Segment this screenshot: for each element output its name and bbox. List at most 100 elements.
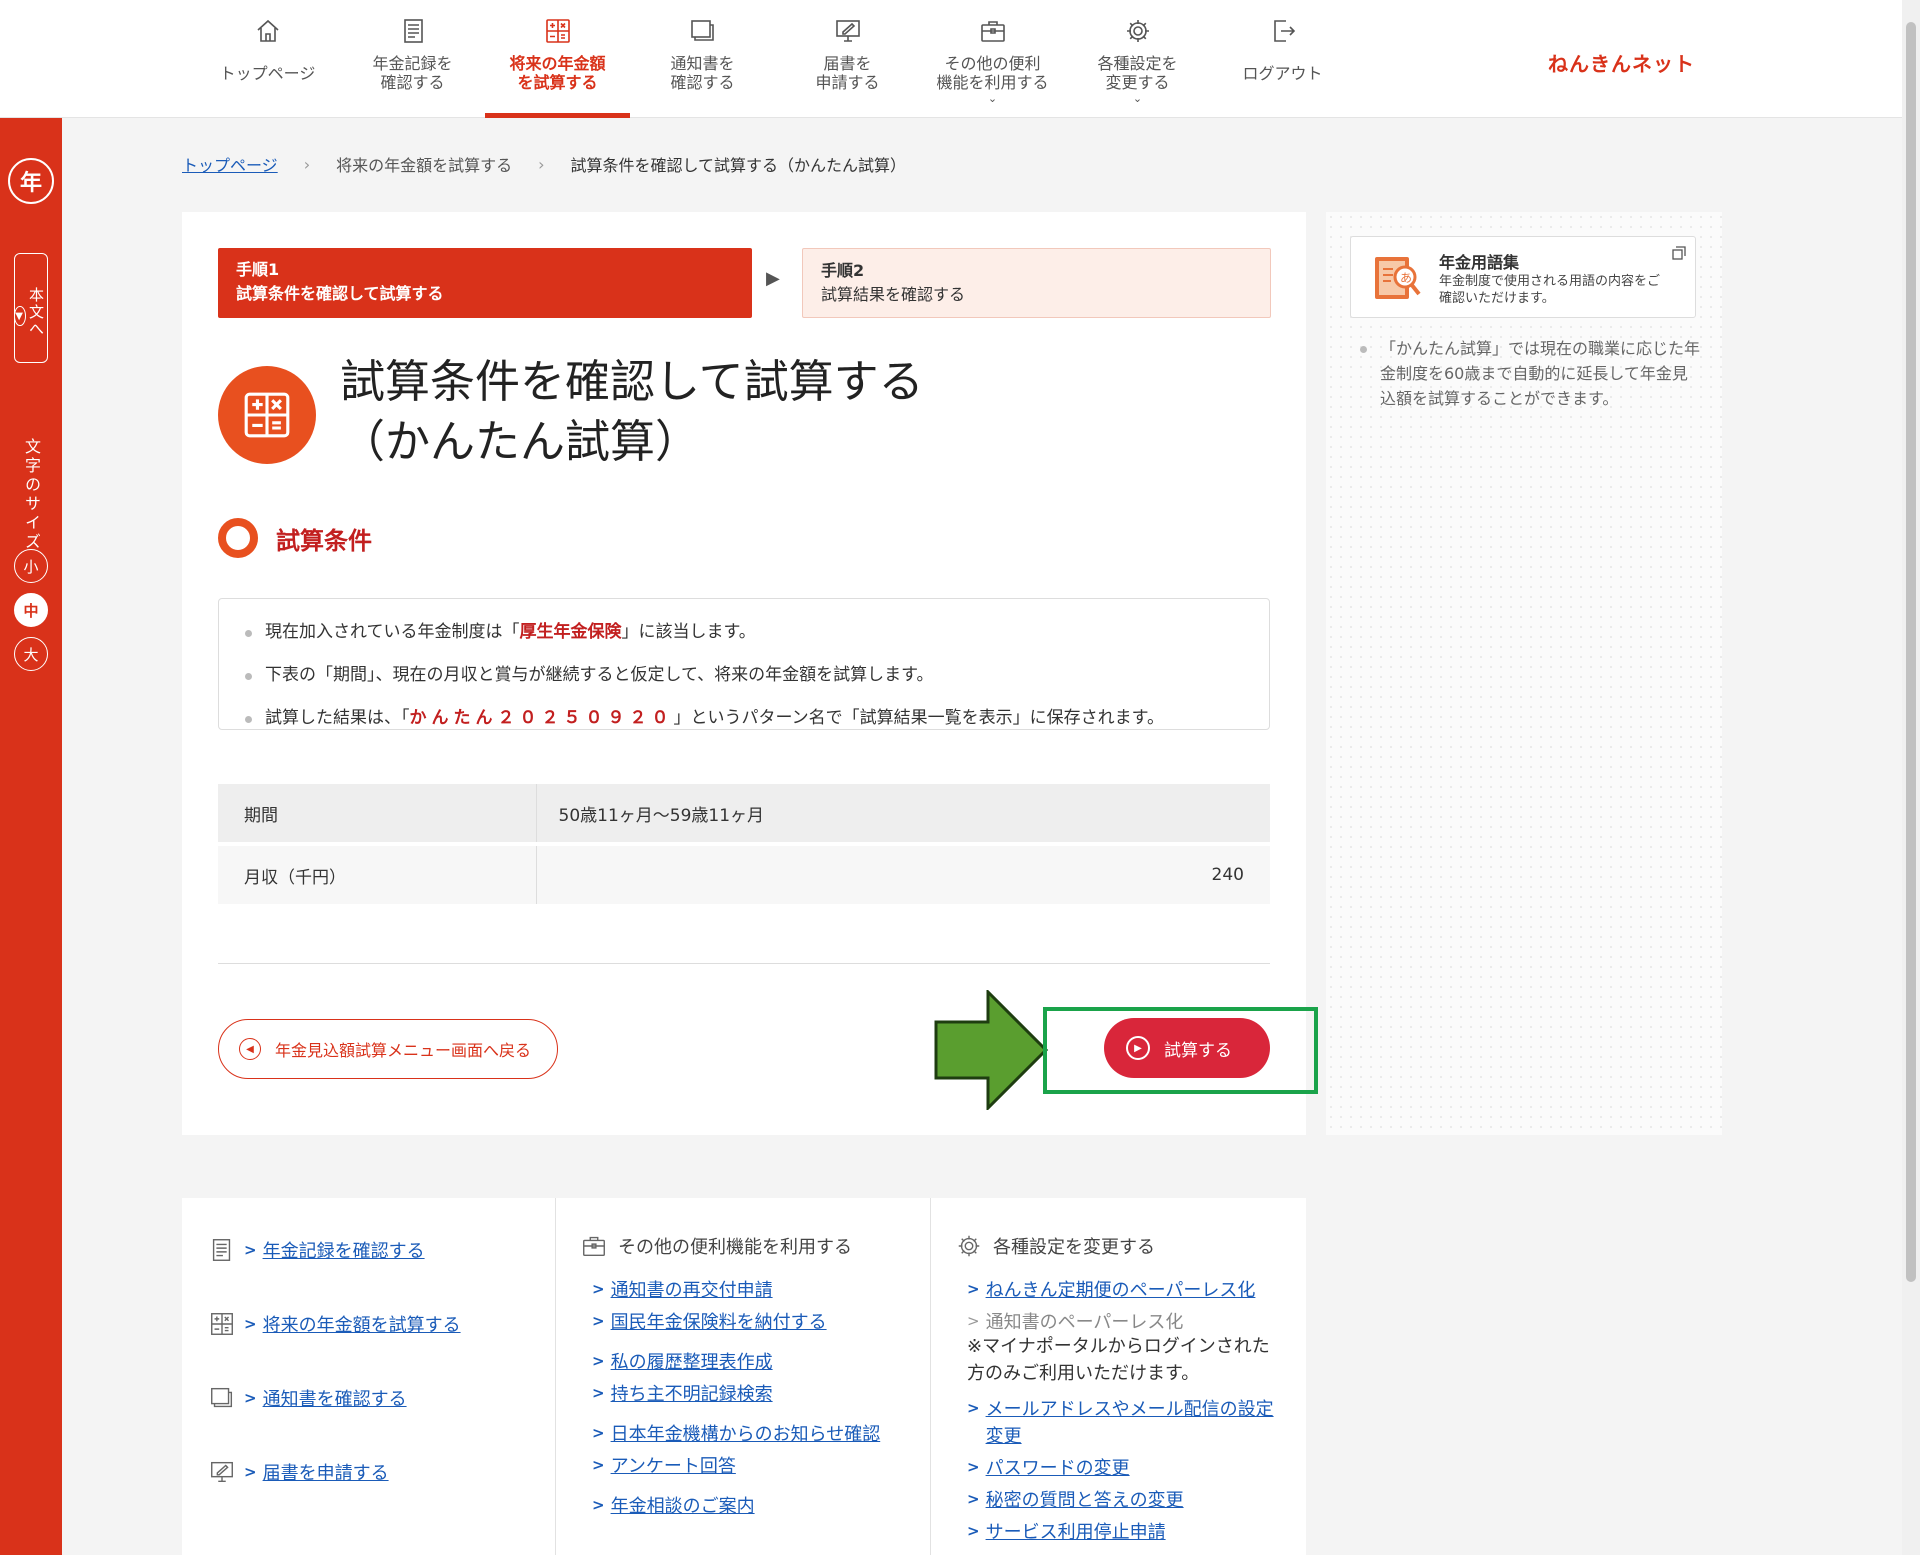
footer-link[interactable]: > 国民年金保険料を納付する [592,1308,827,1334]
footer-link[interactable]: > 秘密の質問と答えの変更 [967,1486,1184,1512]
info-line-1: 現在加入されている年金制度は「厚生年金保険」に該当します。 [245,611,1243,654]
document-list-icon [403,19,423,43]
footer-link[interactable]: > サービス利用停止申請 [967,1518,1166,1544]
nav-apply-line2: 申請する [815,73,880,92]
monitor-pen-icon [835,20,860,42]
footer-link-text[interactable]: サービス利用停止申請 [986,1518,1166,1544]
chevron-right-icon: > [967,1490,980,1508]
footer-link[interactable]: > 年金相談のご案内 [592,1492,755,1518]
home-icon [256,19,279,42]
footer-link-text[interactable]: 年金相談のご案内 [611,1492,755,1518]
footer-link-simulate[interactable]: > 将来の年金額を試算する [208,1310,461,1338]
font-size-large[interactable]: 大 [14,637,48,671]
skip-label: 本文へ [27,286,45,338]
nav-top[interactable]: トップページ [195,0,340,118]
footer-link-text[interactable]: 国民年金保険料を納付する [611,1308,827,1334]
nav-records-line2: 確認する [380,73,445,92]
glossary-link[interactable]: あ 年金用語集 年金制度で使用される用語の内容をご確認いただけます。 [1350,236,1696,318]
ring-icon [218,518,258,558]
nav-apply[interactable]: 届書を 申請する [775,0,920,118]
footer-link-apply[interactable]: > 届書を申請する [208,1458,389,1486]
footer-link-text[interactable]: ねんきん定期便のペーパーレス化 [986,1276,1256,1302]
brand-logo[interactable]: ねんきんネット [1548,48,1695,77]
footer-link-text[interactable]: 変更 [986,1426,1022,1447]
footer-link-text[interactable]: 通知書を確認する [263,1385,407,1411]
book-icon: あ [1375,257,1421,299]
chevron-right-icon: > [244,1241,257,1259]
footer-link-text[interactable]: 持ち主不明記録検索 [611,1380,773,1406]
table-row: 月収（千円） 240 [218,844,1270,904]
footer-link-text[interactable]: パスワードの変更 [986,1454,1130,1480]
calculator-icon [218,366,316,464]
step-arrow-icon: ▶ [766,268,780,289]
arrow-left-circle-icon: ◀ [239,1038,261,1060]
footer-link-text[interactable]: 将来の年金額を試算する [263,1311,461,1337]
page-title-line2: （かんたん試算） [340,415,701,468]
footer-link-text[interactable]: 通知書の再交付申請 [611,1276,773,1302]
external-link-icon [1672,246,1686,260]
breadcrumb-home[interactable]: トップページ [182,152,278,176]
footer-link-text[interactable]: 私の履歴整理表作成 [611,1348,773,1374]
salary-value: 240 [536,844,1270,904]
footer-disabled-text: 通知書のペーパーレス化 [985,1312,1184,1333]
vertical-scrollbar[interactable] [1902,0,1920,1555]
footer-link[interactable]: > 私の履歴整理表作成 [592,1348,773,1374]
footer-link-text[interactable]: 年金記録を確認する [263,1237,425,1263]
chevron-right-icon: > [967,1312,980,1330]
notices-icon [211,1387,233,1408]
document-list-icon [212,1239,231,1261]
footer-link[interactable]: > 日本年金機構からのお知らせ確認 [592,1420,880,1446]
info-line-3: 試算した結果は、「かんたん２０２５０９２０」というパターン名で「試算結果一覧を表… [245,697,1243,740]
section-heading-text: 試算条件 [276,526,372,555]
footer-link-text[interactable]: 日本年金機構からのお知らせ確認 [611,1420,881,1446]
toolbox-icon [583,1236,605,1257]
font-size-small[interactable]: 小 [14,549,48,583]
nav-settings-line1: 各種設定を [1097,54,1178,73]
scrollbar-thumb[interactable] [1906,22,1916,1282]
period-value: 50歳11ヶ月～59歳11ヶ月 [536,784,1270,844]
footer-link-records[interactable]: > 年金記録を確認する [208,1236,425,1264]
step-1: 手順1 試算条件を確認して試算する [218,248,752,318]
breadcrumb: トップページ › 将来の年金額を試算する › 試算条件を確認して試算する（かんた… [182,152,906,176]
pattern-name: かんたん２０２５０９２０ [409,708,674,728]
arrow-down-icon: ▼ [14,306,26,326]
breadcrumb-parent: 将来の年金額を試算する [336,156,513,175]
footer-link-text[interactable]: 届書を申請する [263,1459,389,1485]
chevron-right-icon: > [592,1352,605,1370]
nav-records[interactable]: 年金記録を 確認する [340,0,485,118]
nav-notices-line1: 通知書を [670,54,735,73]
footer-link-text[interactable]: 秘密の質問と答えの変更 [986,1486,1184,1512]
footer-link[interactable]: > 持ち主不明記録検索 [592,1380,773,1406]
nav-notices[interactable]: 通知書を 確認する [630,0,775,118]
page-title: 試算条件を確認して試算する （かんたん試算） [340,352,924,472]
footer-link[interactable]: > メールアドレスやメール配信の設定 変更 [967,1396,1274,1450]
info-text: 現在加入されている年金制度は「 [265,622,520,642]
info-text: 試算した結果は、「 [265,708,410,728]
nav-simulate[interactable]: 将来の年金額 を試算する [485,0,630,118]
footer-link-text[interactable]: メールアドレスやメール配信の設定 [986,1399,1274,1420]
back-button-label: 年金見込額試算メニュー画面へ戻る [275,1041,532,1060]
nav-logout[interactable]: ログアウト [1210,0,1355,118]
skip-to-content-button[interactable]: 本文へ ▼ [14,253,48,363]
footer-link-notices[interactable]: > 通知書を確認する [208,1384,407,1412]
page-title-line1: 試算条件を確認して試算する [340,355,924,408]
info-text: 」に該当します。 [621,622,756,642]
highlight-box-annotation [1043,1007,1318,1094]
breadcrumb-separator: › [303,154,311,174]
calculator-icon [211,1313,233,1335]
nav-other-line2: 機能を利用する [936,73,1049,92]
gear-icon [1126,20,1149,42]
footer-link[interactable]: > パスワードの変更 [967,1454,1130,1480]
footer-link-text[interactable]: アンケート回答 [611,1452,736,1478]
footer-link[interactable]: > ねんきん定期便のペーパーレス化 [967,1276,1255,1302]
footer-link[interactable]: > 通知書の再交付申請 [592,1276,773,1302]
footer-link[interactable]: > アンケート回答 [592,1452,736,1478]
nav-apply-line1: 届書を [823,54,872,73]
breadcrumb-current: 試算条件を確認して試算する（かんたん試算） [570,156,907,175]
font-size-medium[interactable]: 中 [14,593,48,627]
footer-note-line1: ※マイナポータルからログインされた [967,1336,1270,1357]
gear-icon [958,1235,980,1257]
nav-other[interactable]: その他の便利 機能を利用する ⌄ [920,0,1065,118]
nav-settings[interactable]: 各種設定を 変更する ⌄ [1065,0,1210,118]
back-to-menu-button[interactable]: ◀ 年金見込額試算メニュー画面へ戻る [218,1019,558,1079]
